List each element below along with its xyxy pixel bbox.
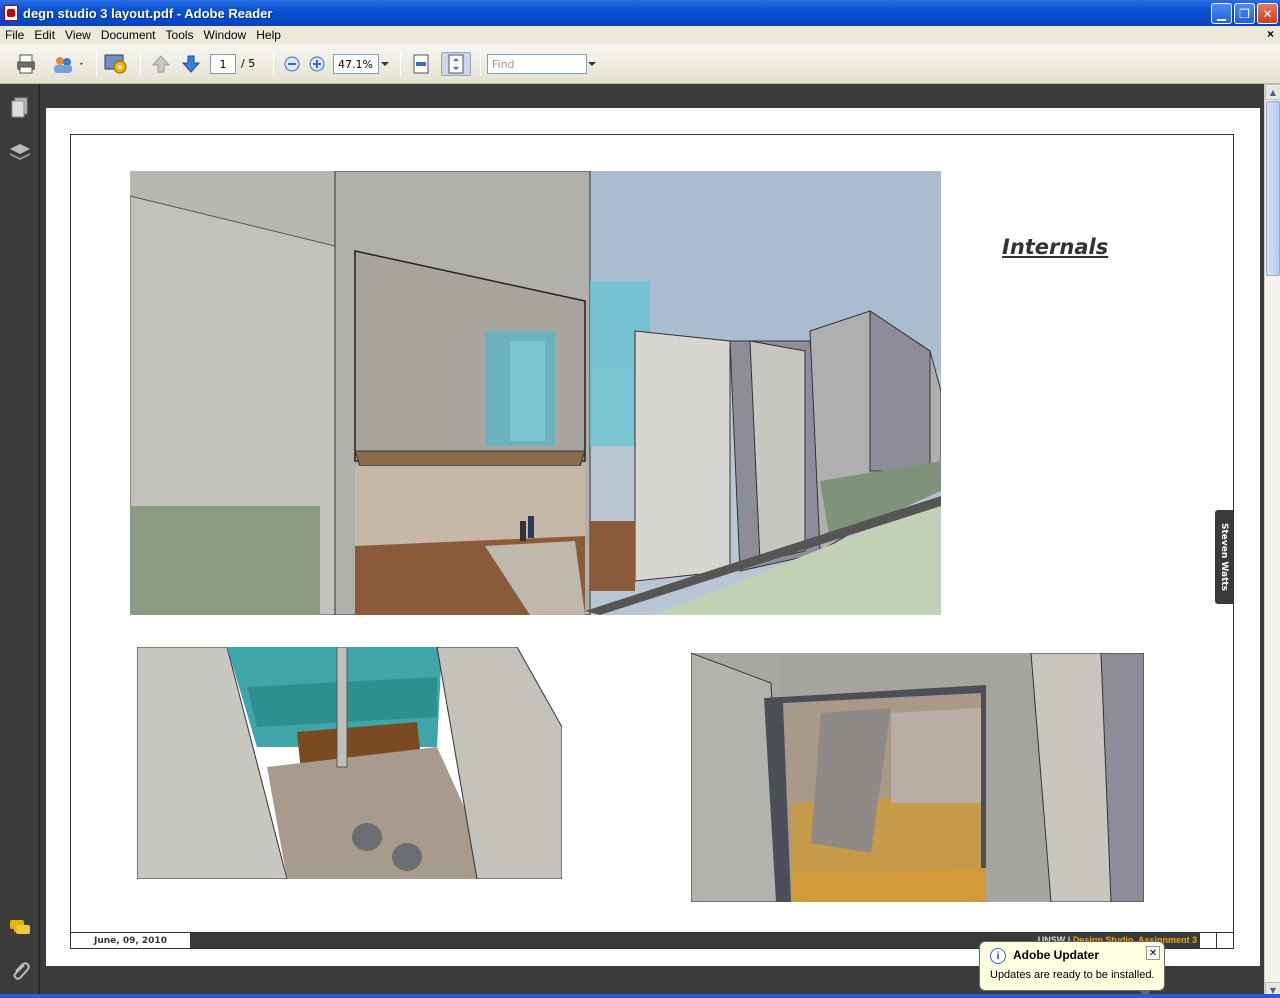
close-icon[interactable]: ✕ xyxy=(1146,946,1160,960)
info-icon: i xyxy=(990,948,1006,964)
footer-box xyxy=(1199,933,1216,948)
title-bar: degn studio 3 layout.pdf - Adobe Reader … xyxy=(0,0,1280,26)
comments-panel-button[interactable] xyxy=(8,916,32,940)
people-icon xyxy=(54,57,83,73)
updater-notification[interactable]: i Adobe Updater Updates are ready to be … xyxy=(979,941,1165,991)
comment-icon xyxy=(10,920,30,934)
render-atrium-perspective xyxy=(130,171,941,615)
layers-panel-button[interactable] xyxy=(8,140,32,164)
zoom-in-icon xyxy=(309,56,325,72)
author-tab: Steven Watts xyxy=(1215,510,1233,604)
navigation-panel xyxy=(0,84,40,998)
find-input[interactable]: Find xyxy=(487,54,587,74)
printer-icon xyxy=(17,54,35,74)
pages-panel-button[interactable] xyxy=(8,96,32,120)
arrow-up-icon xyxy=(151,55,171,73)
section-heading: Internals xyxy=(1002,235,1109,259)
render-overhead-view xyxy=(137,647,562,879)
menu-document[interactable]: Document xyxy=(96,28,161,42)
window-title: degn studio 3 layout.pdf - Adobe Reader xyxy=(23,5,273,21)
print-button[interactable] xyxy=(12,52,40,76)
vertical-scrollbar[interactable]: ▲ ▼ xyxy=(1264,84,1280,998)
menu-window[interactable]: Window xyxy=(199,28,252,42)
notification-title: Adobe Updater xyxy=(1013,948,1100,962)
taskbar-edge xyxy=(0,994,1280,998)
arrow-down-icon xyxy=(181,55,201,73)
chevron-down-icon xyxy=(588,62,596,66)
minimize-button[interactable]: ▁ xyxy=(1211,3,1232,24)
collaborate-button[interactable] xyxy=(50,52,86,76)
menu-file[interactable]: File xyxy=(0,28,29,42)
zoom-out-icon xyxy=(284,56,300,72)
previous-page-button[interactable] xyxy=(150,52,172,76)
gear-icon xyxy=(104,54,127,74)
close-document-icon[interactable]: × xyxy=(1267,27,1274,41)
scroll-up-button[interactable]: ▲ xyxy=(1265,84,1280,100)
footer-date: June, 09, 2010 xyxy=(71,933,191,948)
restore-button[interactable]: ❐ xyxy=(1234,3,1255,24)
menu-edit[interactable]: Edit xyxy=(29,28,60,42)
window-controls: ▁ ❐ ✕ xyxy=(1211,3,1278,24)
pages-icon xyxy=(11,97,28,118)
fit-width-icon xyxy=(413,54,429,74)
page-number-input[interactable]: 1 xyxy=(210,54,236,74)
render-stair-view xyxy=(691,653,1144,902)
menu-help[interactable]: Help xyxy=(251,28,286,42)
find-dropdown-button[interactable] xyxy=(587,52,597,76)
scrollbar-thumb[interactable] xyxy=(1266,101,1280,276)
next-page-button[interactable] xyxy=(180,52,202,76)
fit-width-button[interactable] xyxy=(410,52,432,76)
adobe-reader-icon xyxy=(4,5,18,21)
close-window-button[interactable]: ✕ xyxy=(1257,3,1278,24)
zoom-dropdown-button[interactable] xyxy=(380,52,390,76)
attachments-panel-button[interactable] xyxy=(8,958,32,982)
zoom-in-button[interactable] xyxy=(308,52,326,76)
pdf-page: Internals Steven Watts June, 09, 2010 UN… xyxy=(46,108,1260,966)
zoom-out-button[interactable] xyxy=(283,52,301,76)
zoom-level-input[interactable]: 47.1% xyxy=(333,54,379,74)
menu-tools[interactable]: Tools xyxy=(161,28,199,42)
review-button[interactable] xyxy=(102,52,130,76)
footer-box xyxy=(1216,933,1233,948)
notification-text: Updates are ready to be installed. xyxy=(990,969,1155,981)
fit-page-icon xyxy=(448,54,464,74)
layers-icon xyxy=(10,144,30,160)
paperclip-icon xyxy=(13,962,30,980)
fit-page-button[interactable] xyxy=(441,52,471,76)
menu-view[interactable]: View xyxy=(60,28,96,42)
chevron-down-icon xyxy=(381,62,389,66)
page-total: / 5 xyxy=(241,57,256,70)
menu-bar: File Edit View Document Tools Window Hel… xyxy=(0,26,1280,44)
document-viewport[interactable]: Internals Steven Watts June, 09, 2010 UN… xyxy=(41,84,1264,998)
toolbar: 1 / 5 47.1% Find xyxy=(0,44,1280,84)
